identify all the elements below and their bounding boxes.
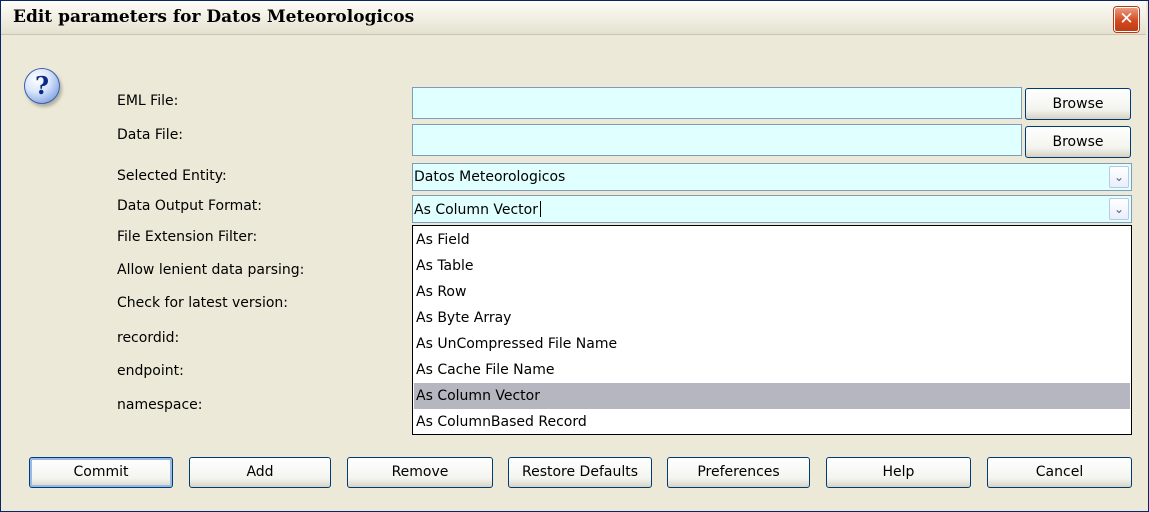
- help-question-icon: ?: [24, 68, 60, 104]
- dropdown-option[interactable]: As Byte Array: [414, 305, 1130, 331]
- data-output-format-value: As Column Vector: [414, 201, 541, 218]
- label-selected-entity: Selected Entity:: [117, 168, 227, 184]
- selected-entity-value: Datos Meteorologicos: [414, 169, 566, 185]
- selected-entity-select[interactable]: Datos Meteorologicos ⌄: [412, 163, 1132, 191]
- chevron-down-icon[interactable]: ⌄: [1109, 166, 1129, 188]
- data-file-input[interactable]: [412, 124, 1022, 156]
- dropdown-option[interactable]: As Table: [414, 253, 1130, 279]
- dropdown-option[interactable]: As Cache File Name: [414, 357, 1130, 383]
- dropdown-option[interactable]: As Field: [414, 227, 1130, 253]
- cancel-button[interactable]: Cancel: [987, 457, 1132, 488]
- label-check-latest: Check for latest version:: [117, 295, 289, 311]
- window-title: Edit parameters for Datos Meteorologicos: [13, 7, 415, 27]
- dropdown-option[interactable]: As UnCompressed File Name: [414, 331, 1130, 357]
- eml-file-input[interactable]: [412, 87, 1022, 119]
- format-dropdown-list: As Field As Table As Row As Byte Array A…: [412, 225, 1132, 435]
- eml-browse-button[interactable]: Browse: [1025, 88, 1131, 120]
- text-caret: [540, 201, 541, 217]
- add-button[interactable]: Add: [189, 457, 331, 488]
- label-recordid: recordid:: [117, 330, 180, 346]
- close-icon[interactable]: ✕: [1114, 7, 1139, 32]
- restore-defaults-button[interactable]: Restore Defaults: [508, 457, 652, 488]
- label-data-file: Data File:: [117, 127, 184, 143]
- commit-button[interactable]: Commit: [29, 457, 173, 488]
- dropdown-option[interactable]: As Row: [414, 279, 1130, 305]
- preferences-button[interactable]: Preferences: [667, 457, 810, 488]
- dropdown-option[interactable]: As ColumnBased Record: [414, 409, 1130, 435]
- data-output-format-select[interactable]: As Column Vector ⌄: [412, 195, 1132, 223]
- label-data-output-format: Data Output Format:: [117, 198, 263, 214]
- help-button[interactable]: Help: [826, 457, 971, 488]
- data-browse-button[interactable]: Browse: [1025, 126, 1131, 158]
- dropdown-option-selected[interactable]: As Column Vector: [414, 383, 1130, 409]
- label-allow-lenient: Allow lenient data parsing:: [117, 262, 305, 278]
- label-endpoint: endpoint:: [117, 363, 184, 379]
- chevron-down-icon[interactable]: ⌄: [1109, 198, 1129, 220]
- title-bar: Edit parameters for Datos Meteorologicos…: [1, 1, 1146, 35]
- label-eml-file: EML File:: [117, 93, 179, 109]
- label-file-extension-filter: File Extension Filter:: [117, 229, 258, 245]
- label-namespace: namespace:: [117, 397, 203, 413]
- remove-button[interactable]: Remove: [347, 457, 493, 488]
